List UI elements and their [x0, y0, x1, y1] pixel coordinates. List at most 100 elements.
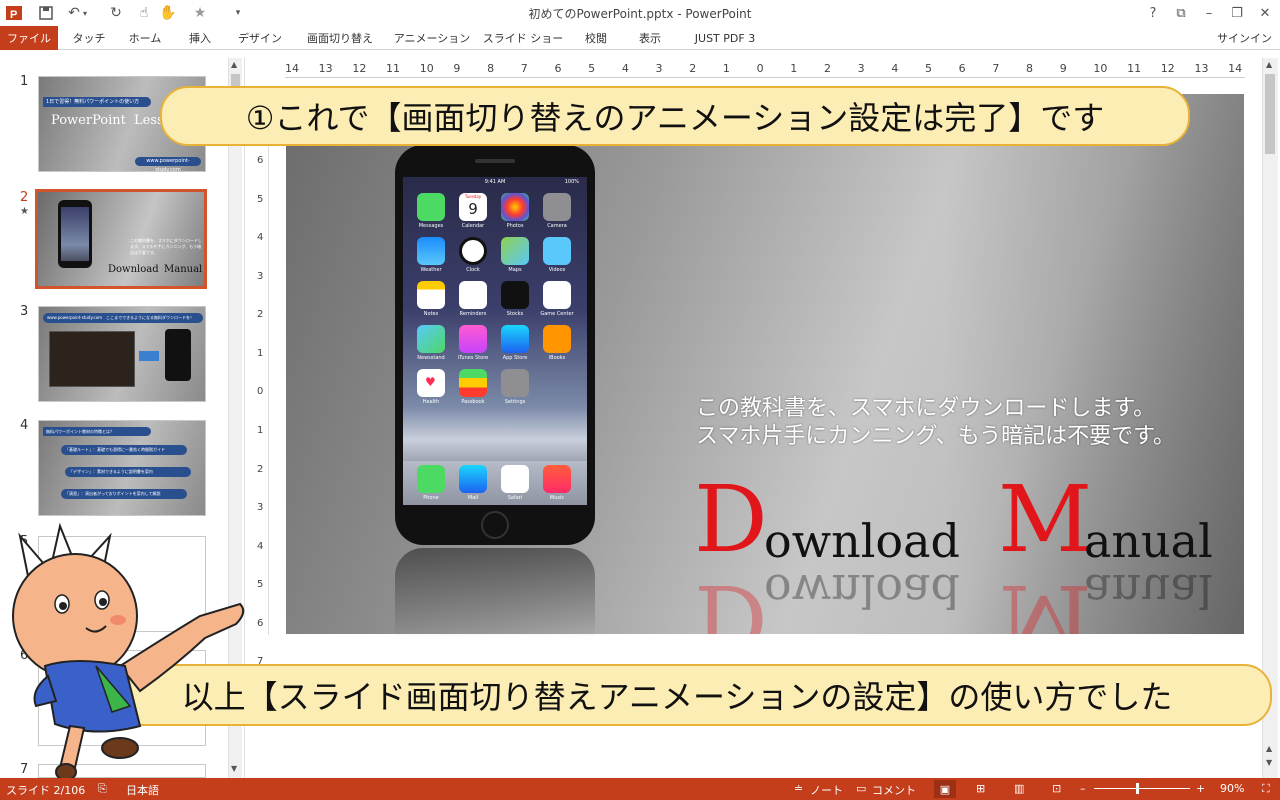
calendar-icon: Tuesday 9	[459, 193, 487, 221]
health-icon: ♥	[417, 369, 445, 397]
tab-just-pdf[interactable]: JUST PDF 3	[682, 26, 768, 50]
thumbnail-number: 2	[20, 190, 29, 205]
tab-home[interactable]: ホーム	[120, 26, 170, 50]
app-label: Reminders	[459, 311, 487, 317]
thumbnail-logo-1: PowerPoint	[51, 113, 126, 128]
phone-dock: Phone Mail Safari Music	[403, 461, 587, 505]
thumbnail-list-item: 「デザイン」：素材できるように説明書を案内	[65, 467, 191, 477]
tab-insert[interactable]: 挿入	[178, 26, 222, 50]
ribbon-display-icon[interactable]: ⧉	[1168, 3, 1194, 23]
app-label: Mail	[467, 495, 479, 501]
thumbnail-phone	[58, 200, 92, 268]
title-bar: P ↶ ▾ ↻ ☝ ✋ ★ ▾ 初めてのPowerPoint.pptx - Po…	[0, 0, 1280, 26]
minimize-button[interactable]: –	[1196, 3, 1222, 23]
transition-star-icon: ★	[20, 206, 29, 217]
slideshow-icon[interactable]: ⊡	[1052, 782, 1061, 795]
app-label: Music	[549, 495, 565, 501]
tab-review[interactable]: 校閲	[574, 26, 618, 50]
slide-thumbnail-4[interactable]: 無料パワーポイント教材の特徴とは？ 「基礎ルート」：基礎でも習得に一番効く時間割…	[38, 420, 206, 516]
ruler-label: 0	[257, 386, 264, 398]
comments-button[interactable]: コメント	[872, 782, 916, 798]
thumbnail-screenshot	[49, 331, 135, 387]
ruler-label: 3	[257, 502, 264, 514]
tab-animations[interactable]: アニメーション	[392, 26, 472, 50]
iphone-image: 9:41 AM 100% Messages Tuesday 9 Calendar…	[395, 145, 595, 545]
app-label: Health	[422, 399, 440, 405]
scroll-up-icon[interactable]: ▲	[231, 60, 237, 69]
slide-counter[interactable]: スライド 2/106	[6, 782, 85, 798]
ruler-label: 0	[756, 62, 764, 75]
ruler-label: 4	[257, 540, 264, 552]
ruler-label: 9	[1059, 62, 1067, 75]
next-slide-icon[interactable]: ▼	[1266, 758, 1272, 767]
app-label: Notes	[423, 311, 439, 317]
help-button[interactable]: ?	[1140, 3, 1166, 23]
notes-icon[interactable]: ≐	[794, 782, 803, 795]
ruler-label: 1	[722, 62, 730, 75]
tab-touch[interactable]: タッチ	[66, 26, 112, 50]
tab-design[interactable]: デザイン	[232, 26, 288, 50]
slide-thumbnail-3[interactable]: www.powerpoint-study.com ここまでできるようになる無料ダ…	[38, 306, 206, 402]
calendar-day: Tuesday	[464, 194, 482, 199]
previous-slide-icon[interactable]: ▲	[1266, 744, 1272, 753]
tab-file[interactable]: ファイル	[0, 26, 58, 50]
stocks-icon	[501, 281, 529, 309]
tab-transitions[interactable]: 画面切り替え	[298, 26, 382, 50]
logo-reflection-d: D	[694, 564, 768, 634]
ruler-label: 10	[1093, 62, 1108, 75]
scroll-thumb[interactable]	[1265, 74, 1275, 154]
passbook-icon	[459, 369, 487, 397]
zoom-slider-thumb[interactable]	[1136, 783, 1139, 794]
ruler-label: 5	[257, 579, 264, 591]
sign-in-link[interactable]: サインイン	[1217, 30, 1272, 46]
zoom-slider-track[interactable]	[1094, 788, 1190, 789]
app-label: Clock	[466, 267, 480, 273]
ruler-label: 12	[1160, 62, 1175, 75]
normal-view-icon[interactable]: ▣	[934, 780, 956, 798]
ruler-label: 4	[621, 62, 629, 75]
thumbnail-url: www.powerpoint-study.com	[135, 157, 201, 171]
zoom-level[interactable]: 90%	[1220, 782, 1244, 795]
ruler-label: 14	[285, 62, 299, 75]
mascot-illustration	[12, 522, 245, 781]
thumbnail-list-item: 「基礎ルート」：基礎でも習得に一番効く時間割ガイド	[61, 445, 187, 455]
app-label: Safari	[507, 495, 523, 501]
ruler-label: 6	[257, 155, 264, 166]
slide-thumbnail-2[interactable]: この教科書を、スマホにダウンロードします。スマホ片手にカンニング、もう暗記は不要…	[35, 189, 207, 289]
spellcheck-icon[interactable]: ⎘	[98, 782, 107, 796]
app-label: Calendar	[461, 223, 485, 229]
logo-word-ownload: ownload	[764, 514, 960, 568]
tab-slideshow[interactable]: スライド ショー	[482, 26, 564, 50]
game-center-icon	[543, 281, 571, 309]
thumbnail-title: www.powerpoint-study.com ここまでできるようになる無料ダ…	[43, 313, 203, 323]
ruler-label: 1	[790, 62, 798, 75]
ruler-label: 5	[257, 193, 264, 205]
horizontal-ruler: 14 13 12 11 10 9 8 7 6 5 4 3 2 1 0 1 2 3 4 5 6 7 8 9 10 11 12 13 14	[285, 58, 1245, 78]
ruler-label: 1	[257, 347, 264, 359]
close-button[interactable]: ✕	[1252, 3, 1278, 23]
status-bar: スライド 2/106 ⎘ 日本語 ≐ ノート ▭ コメント ▣ ⊞ ▥ ⊡ – …	[0, 778, 1280, 800]
maximize-button[interactable]: ❐	[1224, 3, 1250, 23]
notes-button[interactable]: ノート	[810, 782, 843, 798]
tab-view[interactable]: 表示	[628, 26, 672, 50]
zoom-in-button[interactable]: +	[1196, 782, 1205, 795]
language-indicator[interactable]: 日本語	[126, 782, 159, 798]
scroll-up-icon[interactable]: ▲	[1266, 60, 1272, 69]
fit-to-window-icon[interactable]: ⛶	[1262, 782, 1270, 796]
ruler-label: 3	[857, 62, 865, 75]
editor-scrollbar[interactable]: ▲ ▲ ▼	[1262, 58, 1278, 778]
comment-icon[interactable]: ▭	[856, 782, 866, 795]
ribbon-tabs: ファイル タッチ ホーム 挿入 デザイン 画面切り替え アニメーション スライド…	[0, 26, 1280, 50]
thumbnail-title: 無料パワーポイント教材の特徴とは？	[43, 427, 151, 436]
slide-sorter-icon[interactable]: ⊞	[976, 782, 985, 795]
reading-view-icon[interactable]: ▥	[1014, 782, 1024, 795]
app-store-icon	[501, 325, 529, 353]
ruler-label: 7	[992, 62, 1000, 75]
newsstand-icon	[417, 325, 445, 353]
ruler-label: 1	[257, 425, 264, 436]
camera-icon	[543, 193, 571, 221]
messages-icon	[417, 193, 445, 221]
app-label: iBooks	[548, 355, 566, 361]
zoom-out-button[interactable]: –	[1080, 782, 1086, 795]
thumbnail-logo-1: Download	[108, 264, 159, 275]
